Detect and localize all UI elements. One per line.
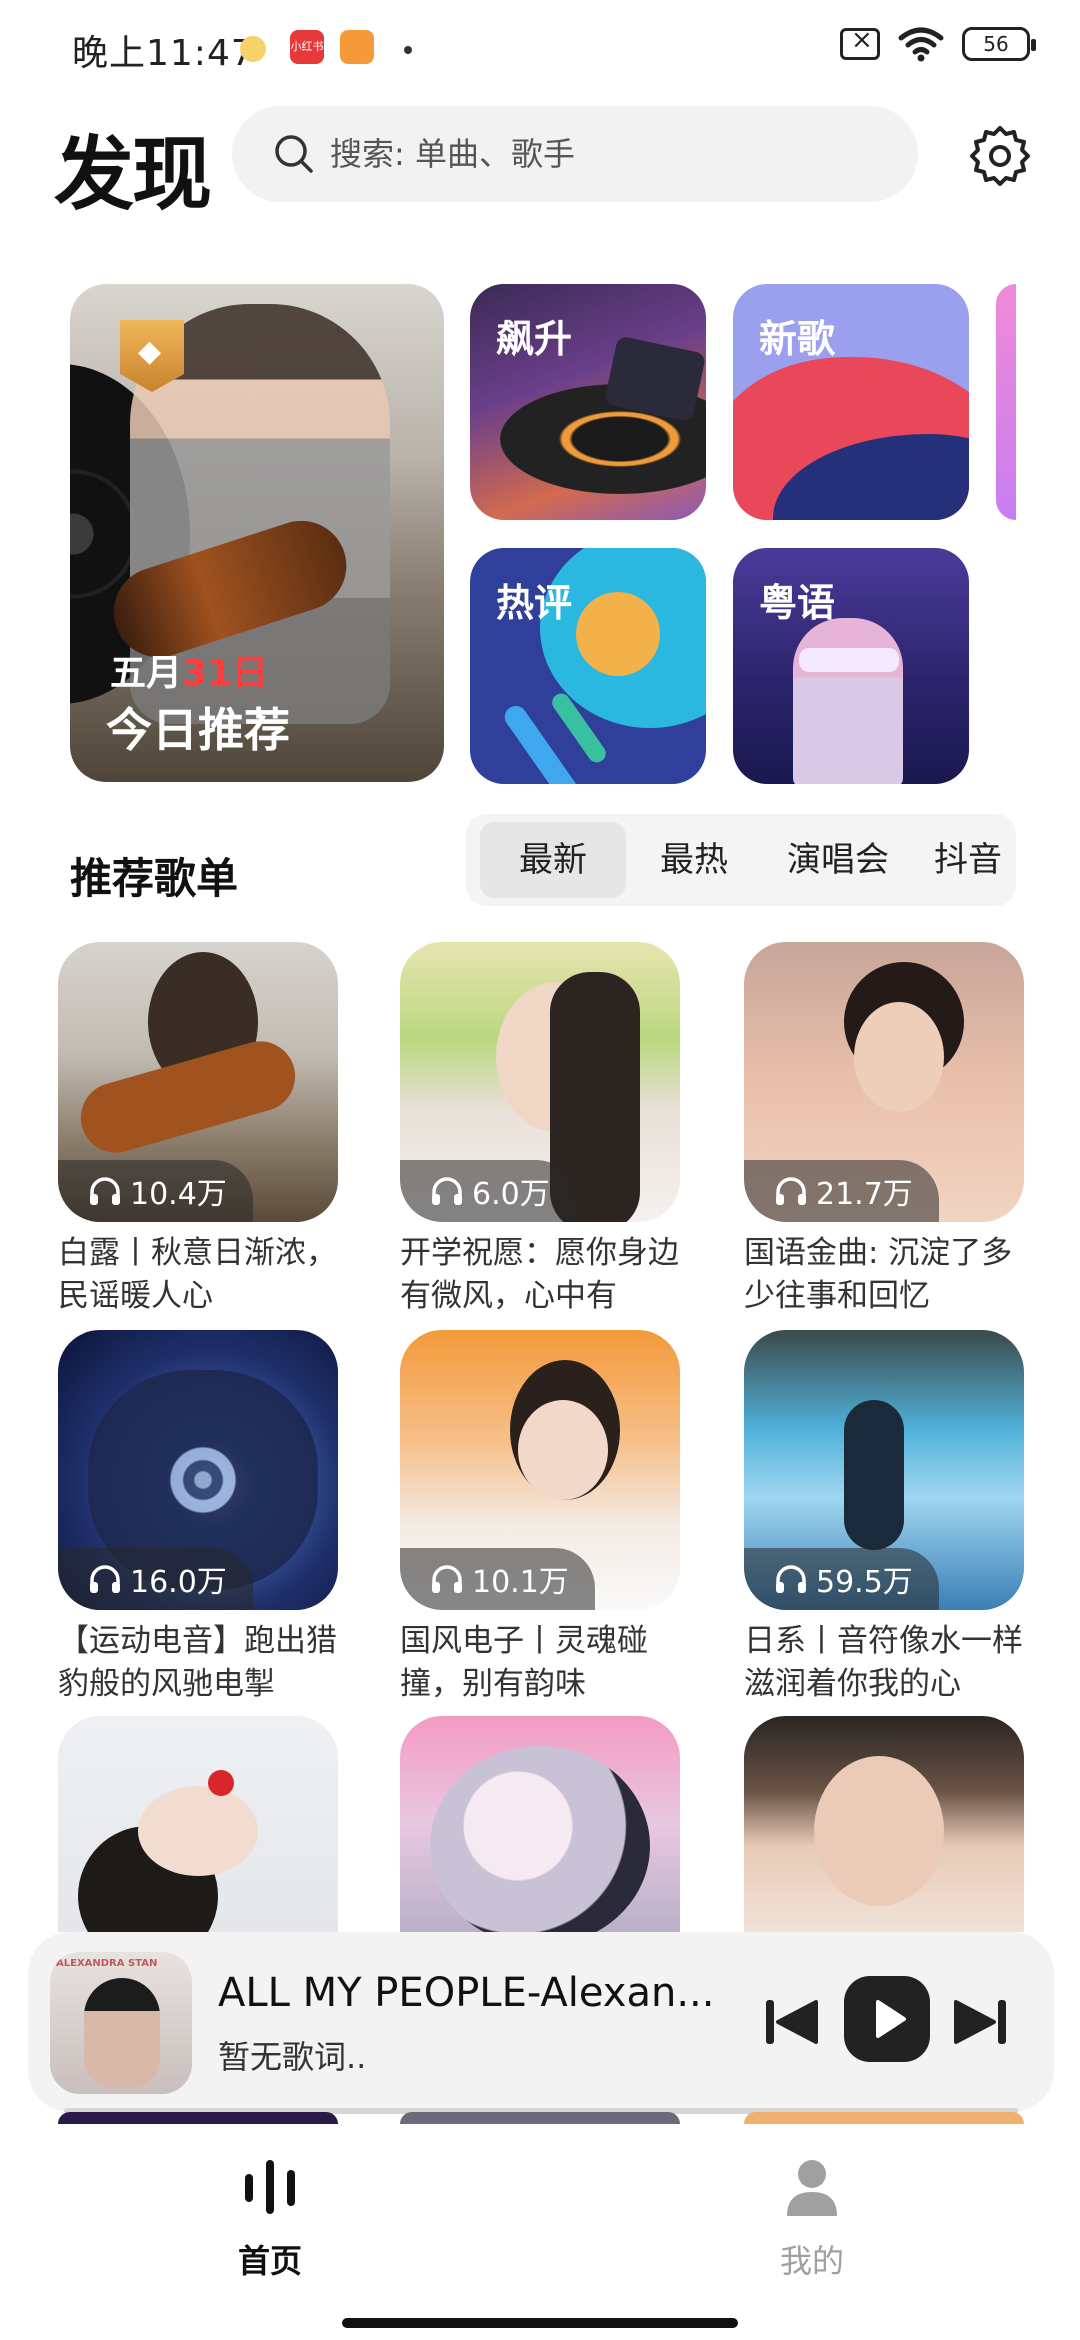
playlist-cover-peek [400,2112,680,2124]
alarm-icon [240,36,266,62]
tile-label-cantonese: 粤语 [759,581,836,625]
play-count-badge: 10.4万 [58,1160,253,1222]
playlist-title: 白露丨秋意日渐浓，民谣暖人心 [58,1235,337,1314]
playlist-cover: 6.0万 [400,942,680,1222]
playlist-title: 国语金曲: 沉淀了多少往事和回忆 [744,1235,1013,1314]
play-count: 6.0万 [472,1177,550,1212]
tab-hottest[interactable]: 最热 [634,822,754,898]
status-right-group: 56 [840,25,1036,62]
headphones-icon [90,1177,120,1205]
play-count-badge: 10.1万 [400,1548,595,1610]
playlist-title: 【运动电音】跑出猎豹般的风驰电掣 [58,1623,337,1702]
headphones-icon [90,1565,120,1593]
daily-recommend-card[interactable]: 五月31日 今日推荐 [70,284,444,782]
mini-player[interactable]: ALEXANDRA STAN ALL MY PEOPLE-Alexan... 暂… [28,1932,1054,2114]
xiaohongshu-notification-icon: 小红书 [290,30,324,64]
nav-home-label: 首页 [237,2242,302,2280]
play-count-badge: 59.5万 [744,1548,939,1610]
play-count: 10.4万 [130,1177,227,1212]
search-input[interactable] [330,135,870,173]
bottom-navigation: 首页 我的 [0,2124,1080,2340]
playlist-cover: 59.5万 [744,1330,1024,1610]
search-bar[interactable] [232,106,918,202]
previous-track-icon[interactable] [758,1990,822,2054]
wifi-icon [898,27,944,62]
playlist-cover-peek [58,2112,338,2124]
chart-new-songs-tile[interactable]: 新歌 [733,284,969,520]
nav-mine[interactable]: 我的 [722,2154,902,2282]
play-icon [876,2000,906,2038]
play-count-badge: 16.0万 [58,1548,253,1610]
section-title: 推荐歌单 [70,854,239,903]
more-notifications-dot-icon [404,46,412,54]
playlist-cover-peek [744,2112,1024,2124]
headphones-icon [432,1565,462,1593]
album-art-text: ALEXANDRA STAN [56,1958,158,1969]
album-art: ALEXANDRA STAN [50,1952,192,2094]
now-playing-title: ALL MY PEOPLE-Alexan... [218,1970,715,2016]
chart-hot-comments-tile[interactable]: 热评 [470,548,706,784]
daily-recommend-title: 今日推荐 [106,703,290,757]
next-track-icon[interactable] [950,1990,1014,2054]
sun-graphic [576,592,660,676]
tile-label-rising: 飙升 [496,317,573,361]
headphones-icon [776,1565,806,1593]
album-art-figure [84,1978,160,2088]
more-tiles-peek[interactable] [996,284,1016,520]
nav-mine-label: 我的 [779,2242,844,2280]
daily-month: 五月 [110,653,183,694]
settings-gear-icon[interactable] [966,122,1034,190]
playlist-cover: 10.1万 [400,1330,680,1610]
shopping-notification-icon [340,30,374,64]
play-count-badge: 6.0万 [400,1160,576,1222]
play-count: 16.0万 [130,1565,227,1600]
play-count: 10.1万 [472,1565,569,1600]
playlist-cover [400,1716,680,1932]
playlist-cover [744,1716,1024,1932]
play-button[interactable] [844,1976,930,2062]
play-count-badge: 21.7万 [744,1160,939,1222]
headphones-icon [432,1177,462,1205]
playlist-title: 国风电子丨灵魂碰撞，别有韵味 [400,1623,648,1702]
status-time: 晚上11:47 [72,33,255,74]
tab-concert[interactable]: 演唱会 [768,822,908,898]
playlist-cover: 16.0万 [58,1330,338,1610]
home-indicator[interactable] [342,2318,738,2328]
chart-rising-tile[interactable]: 飙升 [470,284,706,520]
equalizer-icon [245,2160,295,2214]
tab-douyin[interactable]: 抖音 [918,822,1018,898]
person-icon [787,2160,837,2216]
playlist-cover: 21.7万 [744,942,1024,1222]
playlist-cover: 10.4万 [58,942,338,1222]
search-icon [275,135,313,173]
play-count: 21.7万 [816,1177,913,1212]
page-title: 发现 [54,128,212,221]
playlist-title: 开学祝愿：愿你身边有微风，心中有 [400,1235,679,1314]
no-sim-icon [840,25,880,60]
chart-cantonese-tile[interactable]: 粤语 [733,548,969,784]
battery-icon: 56 [962,27,1036,61]
playlist-tabs: 最新 最热 演唱会 抖音 [466,814,1016,906]
playlist-title: 日系丨音符像水一样滋润着你我的心 [744,1623,1023,1702]
tile-label-new: 新歌 [759,317,836,361]
playlist-cover [58,1716,338,1932]
tab-latest[interactable]: 最新 [480,822,626,898]
play-count: 59.5万 [816,1565,913,1600]
figure-graphic [793,618,903,784]
tile-label-hot: 热评 [496,581,573,625]
daily-date: 五月31日 [110,644,268,696]
now-playing-lyric: 暂无歌词.. [218,2038,367,2076]
visor-graphic [799,648,899,672]
status-bar: 晚上11:47 小红书 56 [0,0,1080,96]
daily-day: 31日 [182,653,269,694]
nav-home[interactable]: 首页 [180,2154,360,2282]
headphones-icon [776,1177,806,1205]
